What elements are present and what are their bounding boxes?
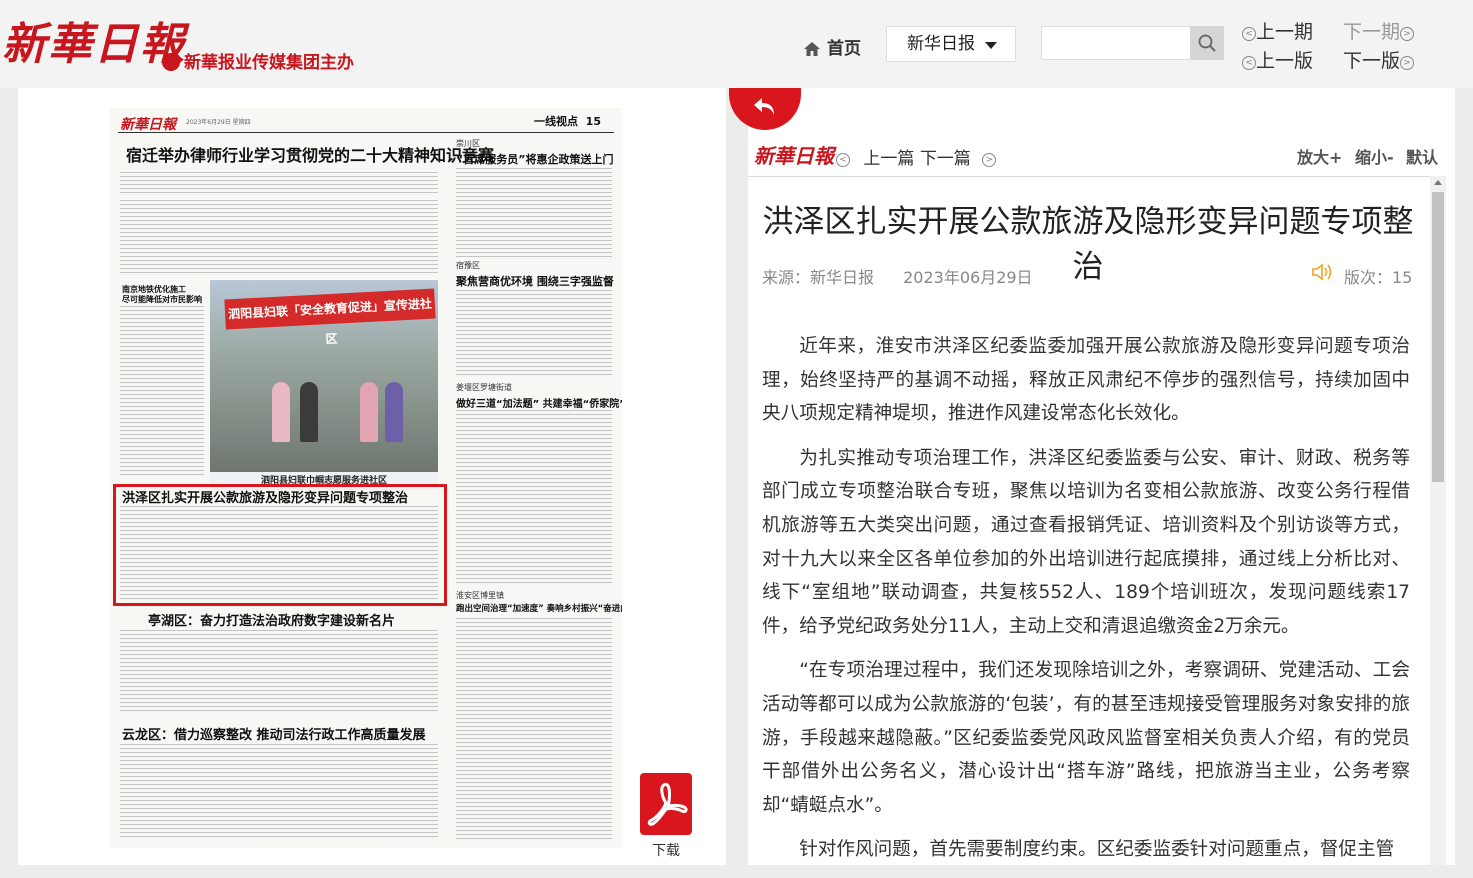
chevron-right-icon: > <box>1400 27 1415 41</box>
person-figure <box>360 382 378 442</box>
article-logo: 新華日報 <box>754 144 834 168</box>
scroll-up-icon[interactable] <box>1434 180 1442 185</box>
headline-nanjing-metro-sub[interactable]: 尽可能降低对市民影响 <box>122 294 202 305</box>
article-page: 版次：15 <box>1344 268 1413 287</box>
article-paragraph: “在专项治理过程中，我们还发现除培训之外，考察调研、党建活动、工会活动等都可以成… <box>762 660 1410 816</box>
headline-chongchuan[interactable]: “首席服务员”将惠企政策送上门 <box>456 151 613 167</box>
text-column <box>120 744 438 840</box>
sponsor-text: 新華报业传媒集团主办 <box>162 48 354 73</box>
next-issue-link[interactable]: 下一期 > <box>1343 17 1415 44</box>
next-page-link[interactable]: 下一版 > <box>1343 46 1415 73</box>
person-figure <box>385 382 403 442</box>
newspaper-page[interactable]: 新華日報 2023年6月29日 星期四 一线视点 15 宿迁举办律师行业学习贯彻… <box>110 108 622 848</box>
text-column <box>120 200 438 276</box>
prev-issue-label: 上一期 <box>1256 21 1314 43</box>
prev-article-link[interactable]: 上一篇 <box>863 149 914 169</box>
home-label: 首页 <box>827 39 861 59</box>
text-column <box>456 290 612 378</box>
story-tag: 崇川区 <box>456 139 480 148</box>
home-link[interactable]: 首页 <box>803 34 861 59</box>
person-figure <box>272 382 290 442</box>
group-logo-icon <box>162 53 180 71</box>
prev-issue-link[interactable]: < 上一期 <box>1242 17 1313 44</box>
chevron-left-icon: < <box>1242 27 1256 41</box>
article-date: 2023年06月29日 <box>903 268 1033 287</box>
story-tag: 淮安区博里镇 <box>456 591 504 600</box>
text-column <box>456 618 612 840</box>
next-issue-label: 下一期 <box>1343 21 1401 43</box>
header-rule <box>118 132 614 133</box>
nav-divider <box>748 176 1438 177</box>
text-column <box>120 630 438 714</box>
home-icon <box>804 42 820 56</box>
prev-page-label: 上一版 <box>1256 50 1314 72</box>
chevron-right-icon[interactable]: > <box>982 153 997 167</box>
section-name: 一线视点 <box>534 115 578 128</box>
search-button[interactable] <box>1190 26 1224 60</box>
newspaper-date: 2023年6月29日 星期四 <box>186 119 251 126</box>
text-column <box>120 306 204 476</box>
article-source: 来源：新华日报 <box>762 268 875 287</box>
speaker-icon[interactable] <box>1311 262 1335 286</box>
headline-jiangyan[interactable]: 做好三道“加法题” 共建幸福“侨家院” <box>456 395 622 410</box>
prev-page-link[interactable]: < 上一版 <box>1242 46 1313 73</box>
news-photo[interactable]: 泗阳县妇联「安全教育促进」宣传进社区 <box>210 280 438 472</box>
headline-suyu[interactable]: 聚焦营商优环境 围绕三字强监督 <box>456 273 614 289</box>
paper-select-value: 新华日报 <box>907 34 975 54</box>
zoom-in-button[interactable]: 放大+ <box>1297 144 1342 168</box>
headline-lawyer-contest[interactable]: 宿迁举办律师行业学习贯彻党的二十大精神知识竞赛 <box>126 142 494 166</box>
next-article-link[interactable]: 下一篇 <box>920 149 971 169</box>
scrollbar-thumb[interactable] <box>1432 192 1444 482</box>
paper-select[interactable]: 新华日报 <box>886 26 1016 62</box>
headline-tinghu[interactable]: 亭湖区：奋力打造法治政府数字建设新名片 <box>148 610 395 629</box>
person-figure <box>300 382 318 442</box>
chevron-left-icon: < <box>1242 56 1256 70</box>
sponsor-label: 新華报业传媒集团主办 <box>184 53 354 73</box>
headline-boli[interactable]: 跑出空间治理“加速度” 奏响乡村振兴“奋进曲” <box>456 602 622 614</box>
zoom-out-button[interactable]: 缩小- <box>1355 144 1394 168</box>
story-tag: 姜堰区罗塘街道 <box>456 383 512 392</box>
text-column <box>120 172 438 196</box>
article-nav: < 上一篇 下一篇 > <box>836 144 997 169</box>
article-paragraph: 为扎实推动专项治理工作，洪泽区纪委监委与公安、审计、财政、税务等部门成立专项整治… <box>762 447 1410 637</box>
pdf-download-button[interactable] <box>640 773 692 835</box>
article-paragraph: 针对作风问题，首先需要制度约束。区纪委监委针对问题重点，督促主管 <box>799 839 1395 861</box>
search-input[interactable] <box>1041 26 1191 60</box>
text-column <box>456 410 612 586</box>
newspaper-section: 一线视点 15 <box>534 113 601 129</box>
article-meta: 来源：新华日报 2023年06月29日 <box>762 264 1057 288</box>
article-paragraph: 近年来，淮安市洪泽区纪委监委加强开展公款旅游及隐形变异问题专项治理，始终坚持严的… <box>762 336 1410 425</box>
chevron-down-icon <box>985 42 997 49</box>
photo-banner: 泗阳县妇联「安全教育促进」宣传进社区 <box>224 288 436 346</box>
selected-article-highlight[interactable] <box>113 484 447 606</box>
pdf-download-label[interactable]: 下载 <box>652 840 680 860</box>
article-body: 近年来，淮安市洪泽区纪委监委加强开展公款旅游及隐形变异问题专项治理，始终坚持严的… <box>762 330 1410 878</box>
story-tag: 宿豫区 <box>456 261 480 270</box>
newspaper-logo: 新華日報 <box>120 117 176 133</box>
top-bar <box>0 0 1473 88</box>
zoom-default-button[interactable]: 默认 <box>1406 144 1438 168</box>
page-number: 15 <box>585 115 601 128</box>
text-column <box>456 168 612 258</box>
site-logo[interactable]: 新華日報 <box>2 8 186 72</box>
chevron-right-icon: > <box>1400 56 1415 70</box>
search-icon <box>1198 34 1216 52</box>
headline-yunlong[interactable]: 云龙区：借力巡察整改 推动司法行政工作高质量发展 <box>122 724 426 743</box>
pdf-icon <box>647 782 688 826</box>
back-arrow-icon <box>754 98 774 115</box>
next-page-label: 下一版 <box>1343 50 1401 72</box>
chevron-left-icon[interactable]: < <box>836 153 850 167</box>
